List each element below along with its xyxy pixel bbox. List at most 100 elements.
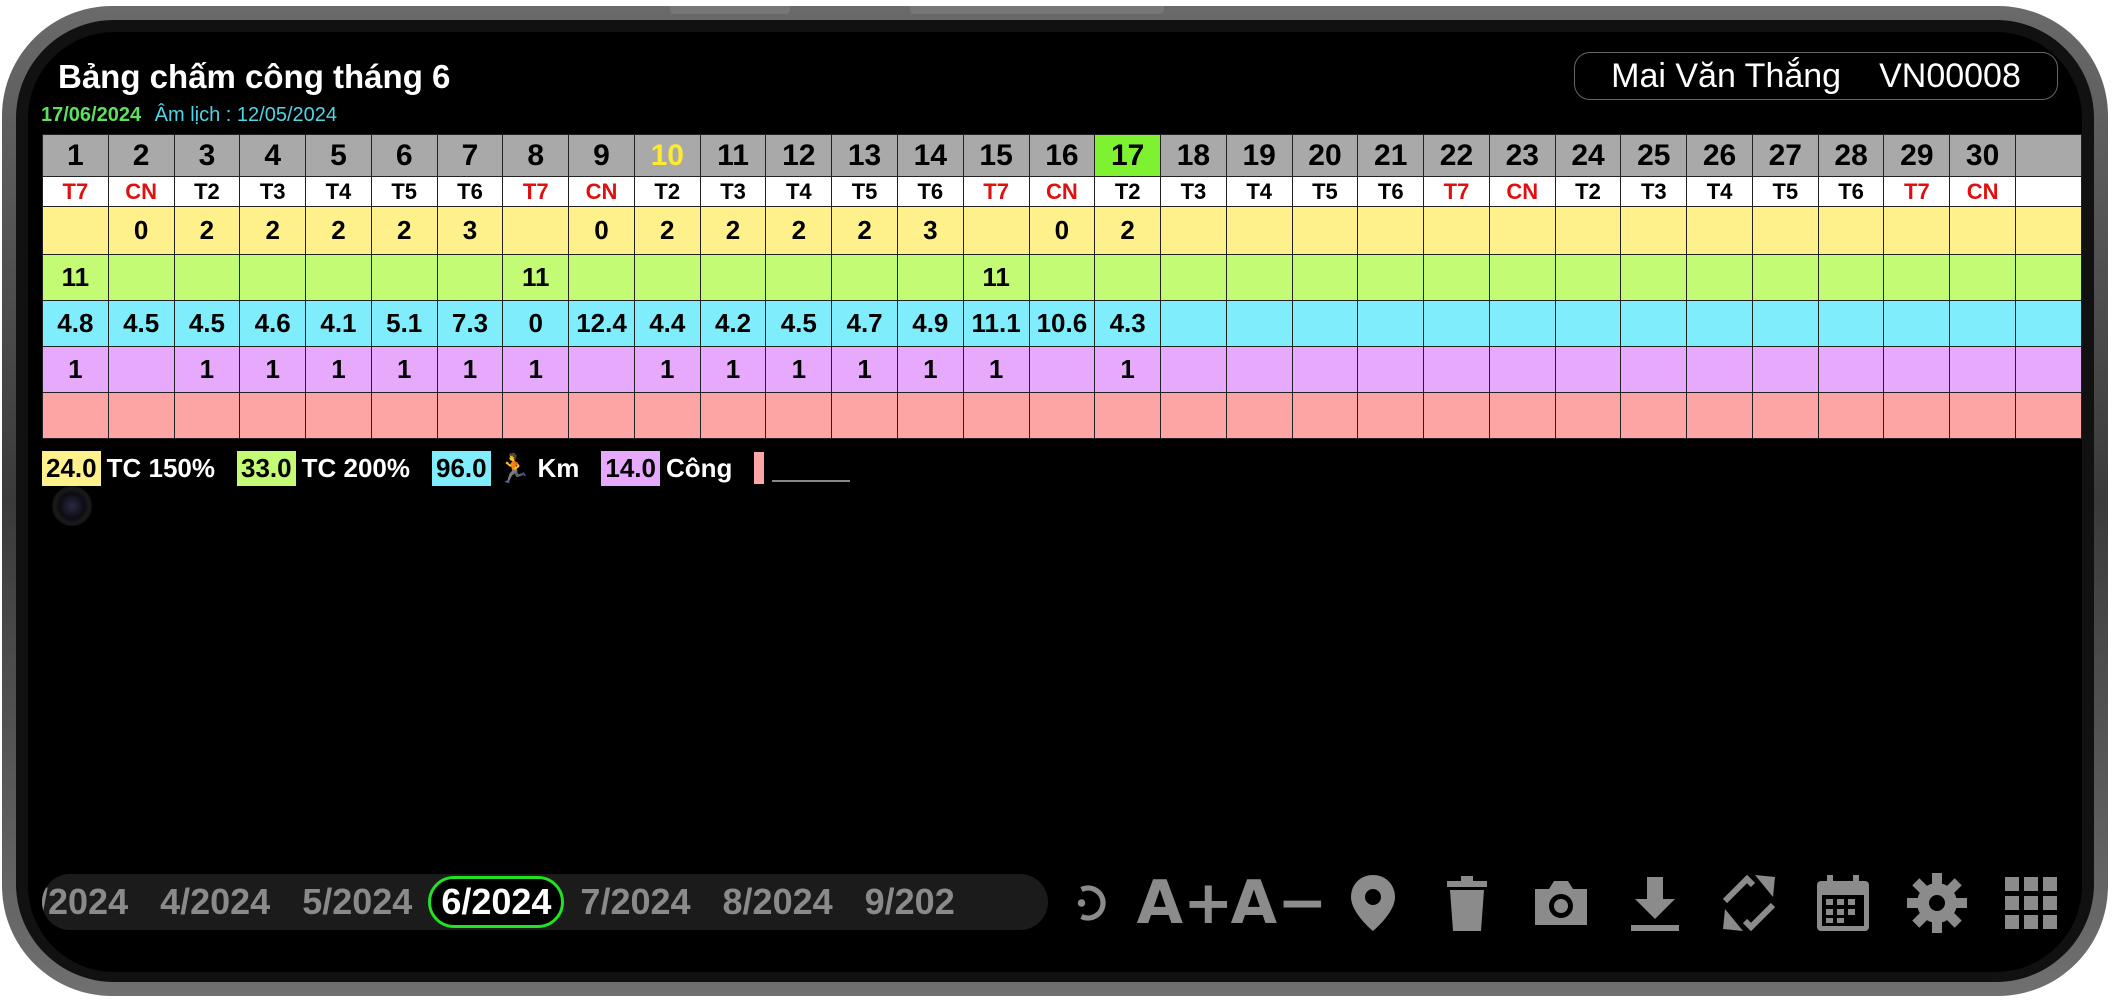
extra-cell[interactable] xyxy=(305,392,372,439)
cong-cell[interactable] xyxy=(1225,346,1293,393)
sync-icon[interactable] xyxy=(1702,868,1796,938)
km-cell[interactable] xyxy=(1949,300,2016,347)
font-increase-icon[interactable]: A+ xyxy=(1137,868,1234,938)
camera-icon[interactable] xyxy=(1514,868,1608,938)
tc150-cell[interactable]: 2 xyxy=(831,206,898,255)
cong-cell[interactable] xyxy=(1488,346,1556,393)
cong-cell[interactable]: 1 xyxy=(370,346,438,393)
tc200-cell[interactable] xyxy=(1094,254,1162,301)
days-cell[interactable]: 28 xyxy=(1817,134,1885,177)
km-cell[interactable] xyxy=(1357,300,1425,347)
tc150-cell[interactable]: 2 xyxy=(305,206,372,255)
cong-cell[interactable] xyxy=(1949,346,2016,393)
days-cell[interactable]: 7 xyxy=(436,134,504,177)
extra-cell[interactable] xyxy=(1094,392,1162,439)
extra-cell[interactable] xyxy=(107,392,175,439)
extra-cell[interactable] xyxy=(239,392,307,439)
weekdays-cell[interactable]: T7 xyxy=(42,176,109,207)
calendar-icon[interactable] xyxy=(1796,868,1890,938)
tc200-cell[interactable] xyxy=(1686,254,1753,301)
tc200-cell[interactable]: 11 xyxy=(502,254,570,301)
km-cell[interactable]: 4.2 xyxy=(699,300,767,347)
cong-cell[interactable]: 1 xyxy=(765,346,833,393)
month-item[interactable]: 5/2024 xyxy=(286,881,428,923)
km-cell[interactable]: 4.1 xyxy=(305,300,372,347)
tc150-cell[interactable]: 3 xyxy=(436,206,504,255)
cong-cell[interactable] xyxy=(1554,346,1622,393)
location-pin-icon[interactable] xyxy=(1326,868,1420,938)
extra-cell[interactable] xyxy=(42,392,109,439)
tc200-cell[interactable] xyxy=(239,254,307,301)
weekdays-cell[interactable]: CN xyxy=(107,176,175,207)
tc200-cell[interactable]: 11 xyxy=(42,254,109,301)
weekdays-cell[interactable]: T6 xyxy=(1817,176,1885,207)
weekdays-cell[interactable]: T3 xyxy=(699,176,767,207)
extra-cell[interactable] xyxy=(436,392,504,439)
weekdays-cell[interactable]: T4 xyxy=(1225,176,1293,207)
tc150-cell[interactable] xyxy=(1488,206,1556,255)
month-selector[interactable]: /2024 4/2024 5/2024 6/2024 7/2024 8/2024… xyxy=(42,874,1048,930)
tc200-cell[interactable] xyxy=(2015,254,2082,301)
extra-cell[interactable] xyxy=(370,392,438,439)
weekdays-cell[interactable]: T6 xyxy=(896,176,964,207)
tc150-cell[interactable] xyxy=(1225,206,1293,255)
weekdays-cell[interactable]: CN xyxy=(568,176,635,207)
cong-cell[interactable] xyxy=(1028,346,1096,393)
tc200-cell[interactable] xyxy=(173,254,241,301)
tc150-cell[interactable] xyxy=(1357,206,1425,255)
days-cell[interactable]: 10 xyxy=(633,134,701,177)
tc150-cell[interactable] xyxy=(962,206,1030,255)
km-cell[interactable] xyxy=(1620,300,1688,347)
extra-cell[interactable] xyxy=(1357,392,1425,439)
tc150-cell[interactable]: 2 xyxy=(765,206,833,255)
days-cell[interactable]: 19 xyxy=(1225,134,1293,177)
weekdays-cell[interactable]: CN xyxy=(1488,176,1556,207)
cong-cell[interactable]: 1 xyxy=(699,346,767,393)
tc200-cell[interactable] xyxy=(896,254,964,301)
cong-cell[interactable]: 1 xyxy=(305,346,372,393)
km-cell[interactable] xyxy=(1291,300,1359,347)
days-cell[interactable]: 2 xyxy=(107,134,175,177)
tc150-cell[interactable]: 2 xyxy=(370,206,438,255)
weekdays-cell[interactable]: CN xyxy=(1028,176,1096,207)
weekdays-cell[interactable]: T2 xyxy=(173,176,241,207)
km-cell[interactable]: 12.4 xyxy=(568,300,635,347)
km-cell[interactable] xyxy=(1751,300,1819,347)
tc200-cell[interactable] xyxy=(1817,254,1885,301)
weekdays-cell[interactable]: T3 xyxy=(239,176,307,207)
tc200-cell[interactable]: 11 xyxy=(962,254,1030,301)
cong-cell[interactable] xyxy=(1883,346,1951,393)
cong-cell[interactable] xyxy=(1160,346,1227,393)
download-icon[interactable] xyxy=(1608,868,1702,938)
weekdays-cell[interactable]: T7 xyxy=(962,176,1030,207)
days-cell[interactable]: 21 xyxy=(1357,134,1425,177)
cong-cell[interactable]: 1 xyxy=(962,346,1030,393)
refresh-icon[interactable] xyxy=(1074,868,1138,938)
month-item-active[interactable]: 6/2024 xyxy=(428,876,565,928)
days-cell[interactable]: 15 xyxy=(962,134,1030,177)
font-decrease-icon[interactable]: A− xyxy=(1231,868,1328,938)
tc150-cell[interactable] xyxy=(1817,206,1885,255)
tc150-cell[interactable] xyxy=(1686,206,1753,255)
tc150-cell[interactable]: 0 xyxy=(568,206,635,255)
extra-cell[interactable] xyxy=(502,392,570,439)
tc200-cell[interactable] xyxy=(633,254,701,301)
weekdays-cell[interactable]: T5 xyxy=(1751,176,1819,207)
tc200-cell[interactable] xyxy=(1751,254,1819,301)
km-cell[interactable] xyxy=(1160,300,1227,347)
days-cell[interactable]: 6 xyxy=(370,134,438,177)
weekdays-cell[interactable]: T6 xyxy=(1357,176,1425,207)
weekdays-cell[interactable]: T2 xyxy=(1554,176,1622,207)
tc150-cell[interactable] xyxy=(1160,206,1227,255)
month-item[interactable]: /2024 xyxy=(42,881,144,923)
weekdays-cell[interactable]: T4 xyxy=(765,176,833,207)
days-cell[interactable]: 30 xyxy=(1949,134,2016,177)
tc200-cell[interactable] xyxy=(1225,254,1293,301)
tc200-cell[interactable] xyxy=(1620,254,1688,301)
weekdays-cell[interactable]: T5 xyxy=(1291,176,1359,207)
tc150-cell[interactable]: 2 xyxy=(173,206,241,255)
weekdays-cell[interactable]: T7 xyxy=(502,176,570,207)
days-cell[interactable]: 12 xyxy=(765,134,833,177)
km-cell[interactable]: 4.3 xyxy=(1094,300,1162,347)
cong-cell[interactable] xyxy=(1751,346,1819,393)
